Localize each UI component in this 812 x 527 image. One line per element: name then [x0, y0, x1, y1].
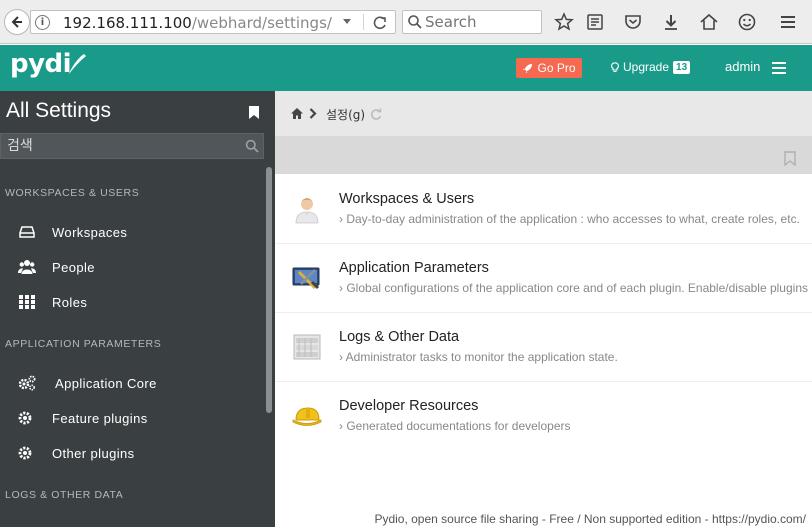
hardhat-icon: [292, 407, 322, 426]
sidebar-item-label: Other plugins: [52, 445, 135, 461]
sidebar-item-label: Application Core: [55, 375, 157, 391]
sidebar-item-label: Workspaces: [52, 224, 128, 240]
browser-toolbar: i 192.168.111.100/webhard/settings/: [0, 0, 812, 44]
search-icon: [245, 139, 259, 153]
users-icon: [18, 260, 36, 274]
section-application-parameters: APPLICATION PARAMETERS: [5, 338, 162, 350]
sidebar-scrollbar[interactable]: [266, 167, 272, 413]
pydio-logo[interactable]: pydi: [10, 49, 72, 79]
card-title: Logs & Other Data: [339, 329, 460, 345]
app-header: pydi Go Pro Upgrade 13 admin: [0, 45, 812, 91]
sidebar-item-roles[interactable]: Roles: [0, 287, 264, 317]
card-title: Workspaces & Users: [339, 191, 475, 207]
star-icon[interactable]: [554, 12, 574, 32]
info-icon[interactable]: i: [35, 15, 50, 30]
card-title: Application Parameters: [339, 260, 489, 276]
card-workspaces-users[interactable]: Workspaces & Users › Day-to-day administ…: [275, 175, 812, 244]
browser-search-input[interactable]: [425, 13, 537, 31]
sidebar-item-people[interactable]: People: [0, 252, 264, 282]
drive-icon: [19, 226, 35, 238]
main-content: 설정(g) Workspaces & Users › Day-to-day ad…: [275, 91, 812, 527]
hamburger-menu-icon[interactable]: [772, 62, 786, 74]
url-divider: [363, 14, 364, 30]
sidebar-title: All Settings: [6, 99, 112, 122]
browser-menu-icon[interactable]: [778, 12, 798, 32]
card-developer-resources[interactable]: Developer Resources › Generated document…: [275, 382, 812, 451]
search-icon: [408, 15, 422, 29]
tools-icon: [292, 267, 320, 290]
content-toolbar: [275, 136, 812, 174]
url-bar[interactable]: i 192.168.111.100/webhard/settings/: [30, 10, 396, 34]
home-icon[interactable]: [699, 12, 719, 32]
sidebar-search[interactable]: [0, 133, 264, 159]
home-icon[interactable]: [291, 108, 303, 119]
dropdown-arrow-icon[interactable]: [343, 19, 351, 24]
smiley-icon[interactable]: [737, 12, 757, 32]
breadcrumb: 설정(g): [275, 91, 812, 136]
browser-search[interactable]: [402, 10, 542, 34]
card-logs-other-data[interactable]: Logs & Other Data › Administrator tasks …: [275, 313, 812, 382]
sidebar-item-feature-plugins[interactable]: Feature plugins: [0, 403, 264, 433]
section-workspaces-users: WORKSPACES & USERS: [5, 187, 140, 199]
download-icon[interactable]: [661, 12, 681, 32]
gopro-label: Go Pro: [537, 61, 576, 75]
back-arrow-icon: [11, 16, 22, 28]
sidebar-item-label: Feature plugins: [52, 410, 148, 426]
bookmark-icon[interactable]: [784, 151, 796, 166]
breadcrumb-current[interactable]: 설정(g): [326, 106, 365, 123]
card-application-parameters[interactable]: Application Parameters › Global configur…: [275, 244, 812, 313]
chevron-right-icon: [309, 108, 317, 119]
url-host: 192.168.111.100: [63, 14, 192, 32]
card-title: Developer Resources: [339, 398, 479, 414]
cogs-icon: [18, 375, 36, 391]
refresh-icon[interactable]: [370, 108, 382, 120]
card-description: › Administrator tasks to monitor the app…: [339, 350, 618, 364]
sidebar-item-label: People: [52, 259, 95, 275]
rocket-icon: [523, 63, 533, 73]
user-avatar-icon: [295, 198, 319, 224]
gear-icon: [18, 411, 32, 425]
section-logs-other-data: LOGS & OTHER DATA: [5, 489, 124, 501]
sidebar-item-workspaces[interactable]: Workspaces: [0, 217, 264, 247]
url-path: /webhard/settings/: [191, 14, 332, 32]
settings-sidebar: All Settings WORKSPACES & USERS Workspac…: [0, 91, 275, 527]
lightbulb-icon: [611, 61, 619, 72]
reading-list-icon[interactable]: [585, 12, 605, 32]
card-description: › Day-to-day administration of the appli…: [339, 212, 800, 226]
grid-icon: [19, 295, 35, 309]
reload-icon[interactable]: [371, 14, 389, 32]
sidebar-item-application-core[interactable]: Application Core: [0, 368, 264, 398]
upgrade-count-badge: 13: [673, 60, 691, 74]
upgrade-label: Upgrade: [623, 60, 670, 74]
back-button[interactable]: [4, 9, 30, 35]
logo-feather-icon: [67, 54, 86, 77]
sidebar-item-other-plugins[interactable]: Other plugins: [0, 438, 264, 468]
upgrade-link[interactable]: Upgrade 13: [611, 60, 691, 74]
sidebar-search-input[interactable]: [7, 137, 231, 155]
pocket-icon[interactable]: [623, 12, 643, 32]
server-icon: [293, 334, 321, 360]
bookmark-icon[interactable]: [249, 106, 259, 119]
card-description: › Global configurations of the applicati…: [339, 281, 808, 295]
sidebar-item-label: Roles: [52, 294, 88, 310]
gopro-button[interactable]: Go Pro: [516, 58, 582, 78]
user-menu[interactable]: admin: [725, 59, 760, 74]
card-description: › Generated documentations for developer…: [339, 419, 571, 433]
gear-icon: [18, 446, 32, 460]
url-text: 192.168.111.100/webhard/settings/: [63, 14, 332, 32]
footer-text: Pydio, open source file sharing - Free /…: [374, 512, 806, 526]
